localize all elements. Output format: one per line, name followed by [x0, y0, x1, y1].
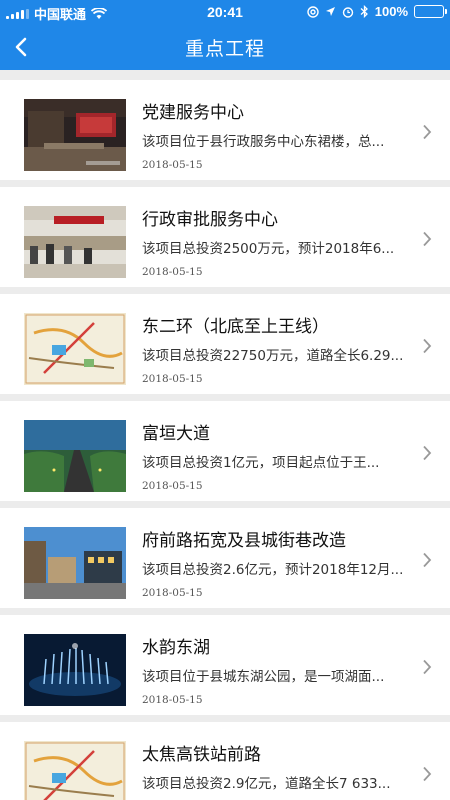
item-title: 行政审批服务中心 [142, 210, 278, 230]
item-description: 该项目位于县行政服务中心东裙楼，总... [142, 134, 385, 150]
thumbnail-image [24, 527, 126, 599]
page-title: 重点工程 [184, 38, 265, 60]
item-title: 党建服务中心 [142, 103, 244, 123]
item-date: 2018-05-15 [142, 480, 203, 492]
battery-percent: 100% [374, 4, 408, 19]
item-description: 该项目总投资1亿元，项目起点位于王... [142, 455, 380, 471]
thumbnail-image [24, 313, 126, 385]
chevron-right-icon [423, 445, 432, 461]
thumbnail-image [24, 206, 126, 278]
item-title: 富垣大道 [142, 424, 210, 444]
list-item[interactable]: 水韵东湖 该项目位于县城东湖公园，是一项湖面... 2018-05-15 [0, 615, 450, 715]
item-title: 水韵东湖 [142, 638, 210, 658]
list-item[interactable]: 党建服务中心 该项目位于县行政服务中心东裙楼，总... 2018-05-15 [0, 80, 450, 180]
thumbnail-image [24, 741, 126, 800]
thumbnail-image [24, 634, 126, 706]
chevron-right-icon [423, 766, 432, 782]
list-item[interactable]: 东二环（北底至上王线） 该项目总投资22750万元，道路全长6.29... 20… [0, 294, 450, 394]
item-date: 2018-05-15 [142, 694, 203, 706]
list-item[interactable]: 富垣大道 该项目总投资1亿元，项目起点位于王... 2018-05-15 [0, 401, 450, 501]
item-date: 2018-05-15 [142, 587, 203, 599]
battery-icon [414, 5, 447, 18]
alarm-icon [342, 6, 353, 18]
thumbnail-image [24, 420, 126, 492]
status-bar: 中国联通 20:41 100% [0, 0, 450, 24]
item-description: 该项目总投资2500万元，预计2018年6... [142, 241, 395, 257]
item-date: 2018-05-15 [142, 266, 203, 278]
chevron-right-icon [423, 124, 432, 140]
project-list: 党建服务中心 该项目位于县行政服务中心东裙楼，总... 2018-05-15 行… [0, 70, 450, 800]
nav-bar: 重点工程 [0, 24, 450, 70]
bluetooth-icon [360, 5, 368, 18]
item-date: 2018-05-15 [142, 159, 203, 171]
item-description: 该项目总投资2.9亿元，道路全长7 633... [142, 776, 391, 792]
item-description: 该项目位于县城东湖公园，是一项湖面... [142, 669, 385, 685]
item-title: 太焦高铁站前路 [142, 745, 261, 765]
location-icon [325, 7, 335, 16]
list-item[interactable]: 府前路拓宽及县城街巷改造 该项目总投资2.6亿元，预计2018年12月... 2… [0, 508, 450, 608]
list-item[interactable]: 太焦高铁站前路 该项目总投资2.9亿元，道路全长7 633... 2018-05… [0, 722, 450, 800]
chevron-right-icon [423, 338, 432, 354]
list-item[interactable]: 行政审批服务中心 该项目总投资2500万元，预计2018年6... 2018-0… [0, 187, 450, 287]
item-description: 该项目总投资22750万元，道路全长6.29... [142, 348, 404, 364]
item-description: 该项目总投资2.6亿元，预计2018年12月... [142, 562, 404, 578]
thumbnail-image [24, 99, 126, 171]
item-title: 府前路拓宽及县城街巷改造 [142, 531, 346, 551]
item-title: 东二环（北底至上王线） [142, 317, 329, 337]
chevron-right-icon [423, 231, 432, 247]
at-sign-icon [307, 5, 319, 18]
item-date: 2018-05-15 [142, 373, 203, 385]
top-bar: 中国联通 20:41 100% 重点工程 [0, 0, 450, 70]
chevron-right-icon [423, 552, 432, 568]
chevron-right-icon [423, 659, 432, 675]
